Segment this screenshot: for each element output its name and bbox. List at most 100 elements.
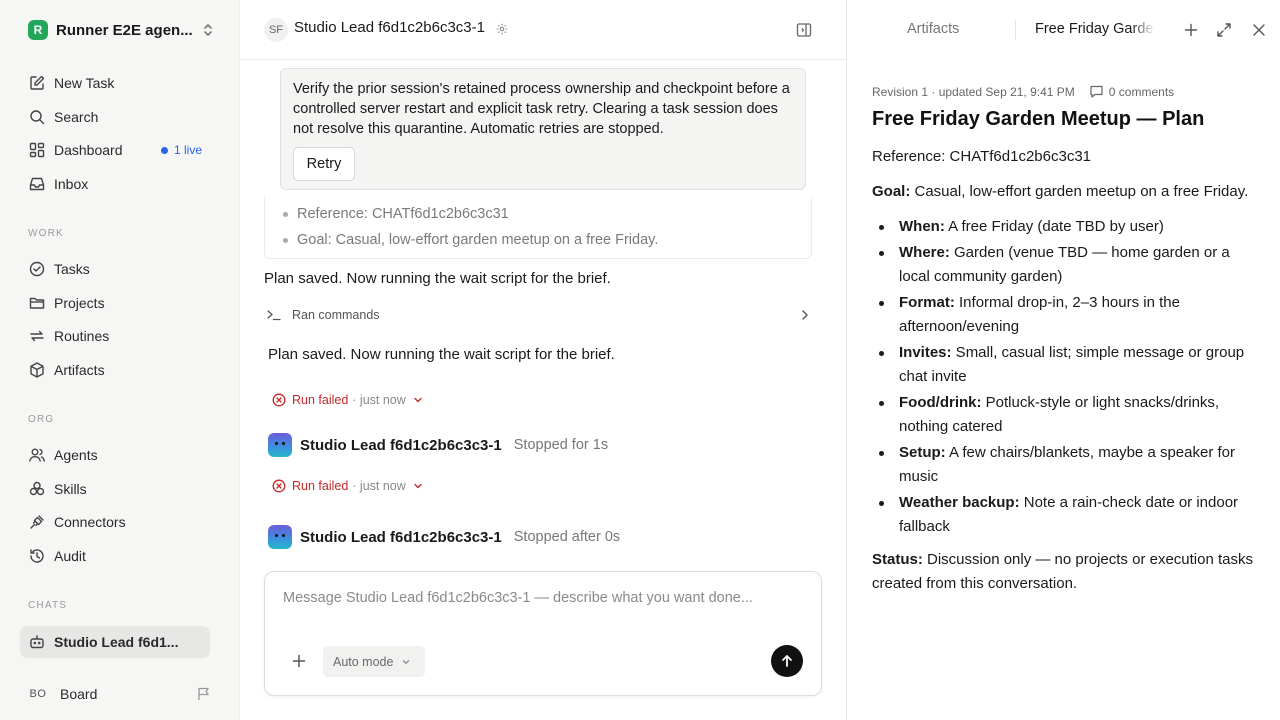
bullet-label: Where: xyxy=(899,244,950,261)
arrow-up-icon xyxy=(780,654,794,668)
nav-search[interactable]: Search xyxy=(20,102,210,132)
plus-icon[interactable] xyxy=(289,651,309,671)
nav-inbox-label: Inbox xyxy=(54,176,89,192)
cube-icon xyxy=(28,361,46,379)
agent-run-status: Stopped after 0s xyxy=(513,529,621,545)
tab-artifact-active[interactable]: Free Friday Garden Meetup — Plan xyxy=(1035,21,1155,37)
artifact-reference: Reference: CHATf6d1c2b6c3c31 xyxy=(872,148,1092,165)
status-label: Status: xyxy=(872,551,923,568)
agent-name: Studio Lead f6d1c2b6c3c3-1 xyxy=(300,436,502,454)
agent-run-row: Studio Lead f6d1c2b6c3c3-1 Stopped for 1… xyxy=(268,432,608,458)
nav-skills[interactable]: Skills xyxy=(20,474,210,504)
mode-select[interactable]: Auto mode xyxy=(323,646,425,677)
sidebar: R Runner E2E agen... New Task Search Das… xyxy=(0,0,240,720)
nav-agents-label: Agents xyxy=(54,447,98,463)
bullet-label: Weather backup: xyxy=(899,494,1020,511)
message-input[interactable] xyxy=(283,590,803,620)
comments-link[interactable]: 0 comments xyxy=(1089,84,1174,99)
nav-projects-label: Projects xyxy=(54,295,105,311)
inbox-icon xyxy=(28,175,46,193)
user-avatar: BO xyxy=(29,688,47,700)
artifact-meta: Revision 1 · updated Sep 21, 9:41 PM 0 c… xyxy=(872,84,1174,99)
agent-avatar-initials: SF xyxy=(264,18,288,42)
agent-run-status: Stopped for 1s xyxy=(513,437,609,453)
bullet-label: Invites: xyxy=(899,344,952,361)
chevron-up-down-icon xyxy=(200,22,216,38)
retry-button[interactable]: Retry xyxy=(293,147,355,181)
send-button[interactable] xyxy=(771,645,803,677)
assistant-message: Plan saved. Now running the wait script … xyxy=(264,270,611,287)
x-circle-icon xyxy=(272,479,286,493)
nav-projects[interactable]: Projects xyxy=(20,288,210,318)
toggle-panel-icon[interactable] xyxy=(795,21,813,39)
run-status: Run failed xyxy=(292,479,349,493)
nav-connectors[interactable]: Connectors xyxy=(20,507,210,537)
nav-audit-label: Audit xyxy=(54,548,86,564)
tab-divider xyxy=(1015,20,1016,40)
nav-routines[interactable]: Routines xyxy=(20,321,210,351)
list-item: Food/drink: Potluck-style or light snack… xyxy=(872,391,1264,439)
close-icon[interactable] xyxy=(1250,21,1268,39)
agent-avatar xyxy=(268,433,292,457)
nav-connectors-label: Connectors xyxy=(54,514,126,530)
run-failed-toggle[interactable]: Run failed · just now xyxy=(272,476,424,496)
chevron-down-icon xyxy=(412,480,424,492)
error-message: Verify the prior session's retained proc… xyxy=(293,81,790,137)
bullet-label: Format: xyxy=(899,294,955,311)
gear-icon[interactable] xyxy=(496,23,508,35)
nav-agents[interactable]: Agents xyxy=(20,440,210,470)
dashboard-icon xyxy=(28,141,46,159)
artifact-status: Status: Discussion only — no projects or… xyxy=(872,548,1264,596)
chevron-down-icon xyxy=(401,657,411,667)
plan-summary-card: Reference: CHATf6d1c2b6c3c31 Goal: Casua… xyxy=(264,197,812,259)
nav-new-task[interactable]: New Task xyxy=(20,68,210,98)
section-chats: CHATS xyxy=(28,600,68,611)
bullet-label: Food/drink: xyxy=(899,394,982,411)
workspace-switcher[interactable]: R Runner E2E agen... xyxy=(20,16,216,44)
bullet-label: When: xyxy=(899,218,945,235)
run-time: · just now xyxy=(352,393,406,407)
live-dot xyxy=(160,146,168,154)
agent-avatar xyxy=(268,525,292,549)
nav-artifacts[interactable]: Artifacts xyxy=(20,355,210,385)
nav-new-task-label: New Task xyxy=(54,75,115,91)
plus-icon[interactable] xyxy=(1182,21,1200,39)
nav-routines-label: Routines xyxy=(54,328,110,344)
chat-item-studio-lead[interactable]: Studio Lead f6d1... xyxy=(20,626,210,658)
nav-audit[interactable]: Audit xyxy=(20,541,210,571)
nav-search-label: Search xyxy=(54,109,99,125)
nav-dashboard[interactable]: Dashboard 1 live xyxy=(20,135,210,165)
expand-icon[interactable] xyxy=(1215,21,1233,39)
nav-tasks[interactable]: Tasks xyxy=(20,254,210,284)
plan-summary-list: Reference: CHATf6d1c2b6c3c31 Goal: Casua… xyxy=(283,201,658,253)
artifact-title: Free Friday Garden Meetup — Plan xyxy=(872,108,1205,130)
list-item: Reference: CHATf6d1c2b6c3c31 xyxy=(283,201,658,227)
ran-commands-toggle[interactable]: Ran commands xyxy=(264,304,812,326)
list-item: Weather backup: Note a rain-check date o… xyxy=(872,491,1264,539)
tab-artifacts[interactable]: Artifacts xyxy=(907,21,959,37)
plug-icon xyxy=(28,513,46,531)
nav-skills-label: Skills xyxy=(54,481,87,497)
status-text: Discussion only — no projects or executi… xyxy=(872,551,1253,592)
ran-commands-label: Ran commands xyxy=(292,308,380,322)
comments-count: 0 comments xyxy=(1108,84,1175,99)
message-composer: Auto mode xyxy=(264,571,822,696)
chat-item-label: Studio Lead f6d1... xyxy=(54,634,179,650)
workspace-name: Runner E2E agen... xyxy=(56,21,193,39)
run-failed-toggle[interactable]: Run failed · just now xyxy=(272,390,424,410)
nav-inbox[interactable]: Inbox xyxy=(20,169,210,199)
nav-tasks-label: Tasks xyxy=(54,261,90,277)
user-row[interactable]: BO Board xyxy=(20,680,216,708)
bullet-text: A free Friday (date TBD by user) xyxy=(944,218,1164,235)
repeat-icon xyxy=(28,327,46,345)
bot-icon xyxy=(28,633,46,651)
search-icon xyxy=(28,108,46,126)
comment-icon xyxy=(1089,84,1109,99)
list-item: Setup: A few chairs/blankets, maybe a sp… xyxy=(872,441,1264,489)
bullet-text: A few chairs/blankets, maybe a speaker f… xyxy=(899,444,1235,485)
live-count: 1 live xyxy=(173,143,202,157)
flag-icon[interactable] xyxy=(196,686,212,702)
chevron-right-icon xyxy=(798,308,812,322)
artifact-panel: Artifacts Free Friday Garden Meetup — Pl… xyxy=(846,0,1280,720)
edit-icon xyxy=(28,74,46,92)
